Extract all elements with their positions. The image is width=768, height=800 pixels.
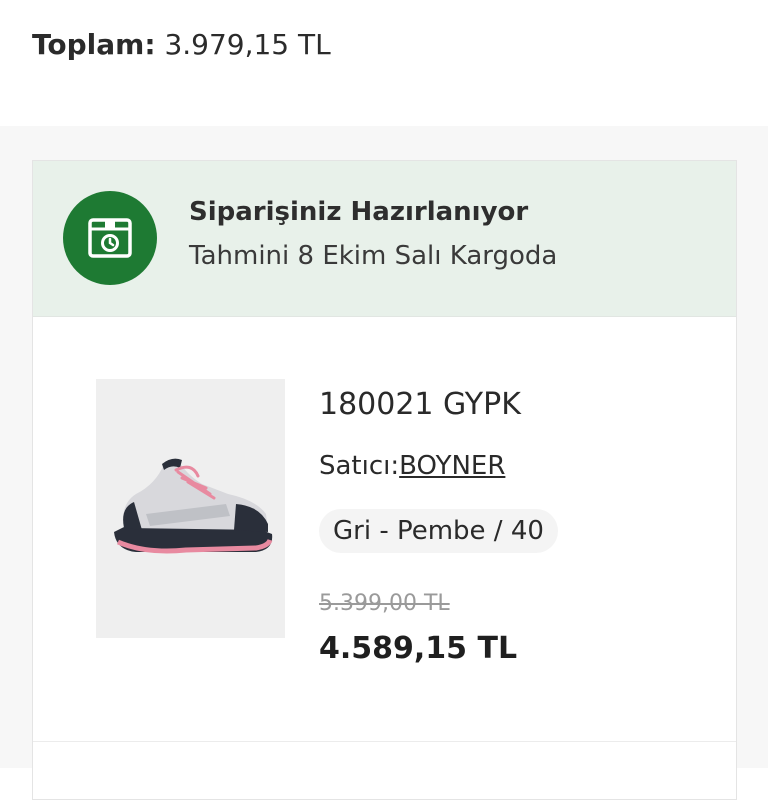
order-total: Toplam: 3.979,15 TL	[32, 24, 331, 66]
seller-label: Satıcı:	[319, 451, 400, 481]
product-name[interactable]: 180021 GYPK	[319, 387, 521, 422]
status-subtitle: Tahmini 8 Ekim Salı Kargoda	[189, 241, 558, 271]
order-card: Siparişiniz Hazırlanıyor Tahmini 8 Ekim …	[32, 160, 737, 800]
status-title: Siparişiniz Hazırlanıyor	[189, 197, 529, 227]
product-shoe-image[interactable]	[96, 379, 285, 638]
package-clock-icon	[63, 191, 157, 285]
seller-link[interactable]: BOYNER	[399, 451, 505, 481]
old-price: 5.399,00 TL	[319, 591, 450, 616]
total-label: Toplam:	[32, 28, 156, 61]
order-status-banner: Siparişiniz Hazırlanıyor Tahmini 8 Ekim …	[33, 161, 736, 317]
divider	[33, 741, 736, 742]
seller-info: Satıcı:BOYNER	[319, 451, 505, 481]
total-value: 3.979,15 TL	[164, 28, 331, 61]
current-price: 4.589,15 TL	[319, 631, 518, 666]
order-summary-header: Toplam: 3.979,15 TL	[0, 0, 768, 126]
variant-badge: Gri - Pembe / 40	[319, 509, 558, 553]
